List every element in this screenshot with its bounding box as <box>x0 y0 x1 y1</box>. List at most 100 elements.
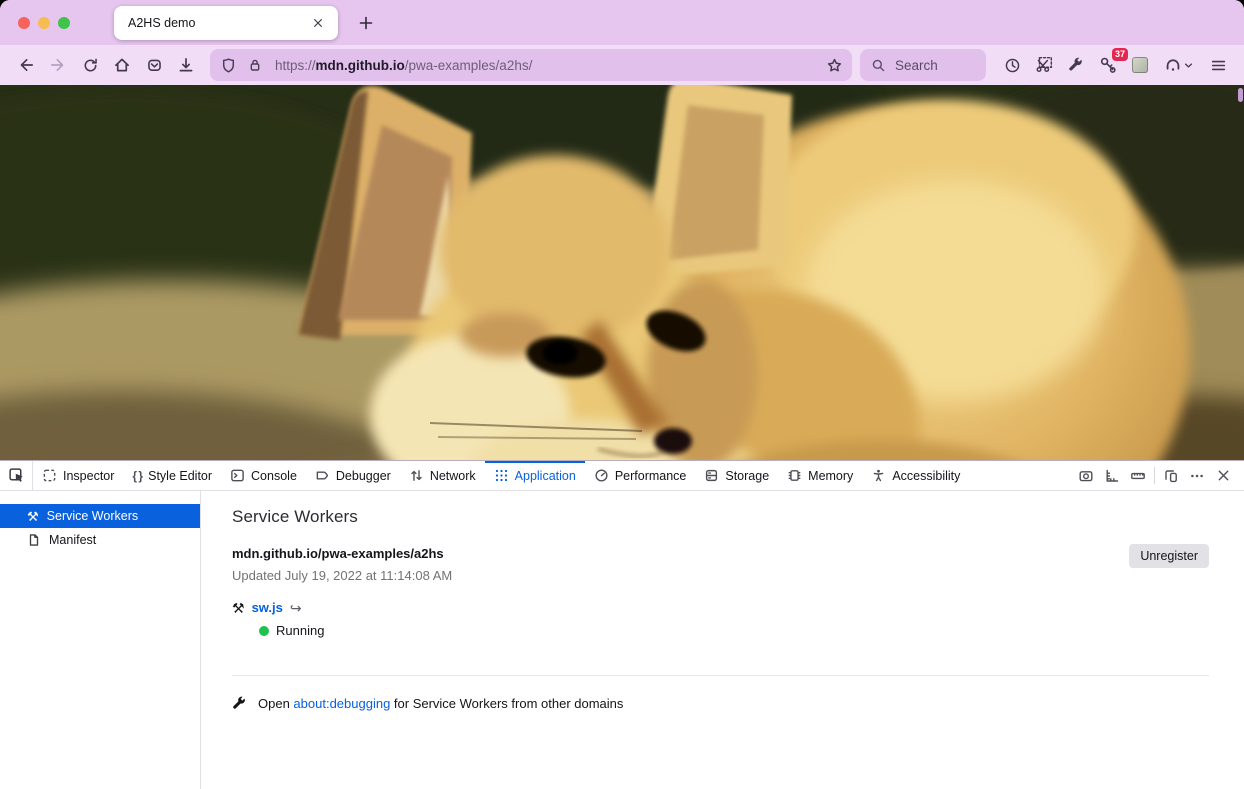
sidebar-item-manifest[interactable]: Manifest <box>0 528 200 552</box>
password-manager-extension-button[interactable]: 37 <box>1092 50 1124 80</box>
application-grid-icon <box>494 468 509 483</box>
notes-extension-button[interactable] <box>1124 50 1156 80</box>
storage-icon <box>704 468 719 483</box>
measuring-tool-button[interactable] <box>1099 464 1125 488</box>
browser-tab[interactable]: A2HS demo <box>114 6 338 40</box>
panel-divider <box>232 675 1209 676</box>
jump-to-source-icon[interactable]: ↪ <box>290 601 302 615</box>
tab-close-button[interactable] <box>306 11 330 35</box>
plus-icon <box>358 15 374 31</box>
rulers-button[interactable] <box>1125 464 1151 488</box>
panel-title: Service Workers <box>232 507 1209 527</box>
worker-file-link[interactable]: sw.js <box>252 600 283 615</box>
devtools-tabs: Inspector { } Style Editor Console Debug… <box>33 461 1073 490</box>
tab-debugger[interactable]: Debugger <box>306 461 400 490</box>
pick-element-button[interactable] <box>0 461 33 490</box>
navigation-toolbar: https://mdn.github.io/pwa-examples/a2hs/… <box>0 45 1244 85</box>
clock-icon <box>1004 57 1021 74</box>
worker-status-row: Running <box>259 623 1209 638</box>
close-devtools-button[interactable] <box>1210 464 1236 488</box>
tab-storage[interactable]: Storage <box>695 461 778 490</box>
search-field[interactable]: Search <box>860 49 986 81</box>
camera-icon <box>1078 468 1094 484</box>
bookmark-star-button[interactable] <box>820 51 848 79</box>
tab-console-label: Console <box>251 469 297 483</box>
responsive-mode-icon <box>1163 468 1179 484</box>
tab-application[interactable]: Application <box>485 461 585 490</box>
minimize-window-button[interactable] <box>38 17 50 29</box>
lock-icon[interactable] <box>247 57 263 73</box>
tab-debugger-label: Debugger <box>336 469 391 483</box>
about-debugging-link[interactable]: about:debugging <box>293 696 390 711</box>
devtools-menu-button[interactable] <box>1184 464 1210 488</box>
hamburger-icon <box>1210 57 1227 74</box>
back-icon <box>17 56 35 74</box>
zoom-window-button[interactable] <box>58 17 70 29</box>
worker-icon: ⚒ <box>27 510 39 523</box>
search-icon <box>871 58 886 73</box>
unregister-button[interactable]: Unregister <box>1129 544 1209 568</box>
pocket-save-button[interactable] <box>138 50 170 80</box>
home-icon <box>113 56 131 74</box>
new-tab-button[interactable] <box>354 11 378 35</box>
screenshot-extension-button[interactable] <box>1028 50 1060 80</box>
sidebar-item-label: Manifest <box>49 533 96 547</box>
chevron-down-icon <box>1182 59 1195 72</box>
page-scrollbar[interactable] <box>1238 88 1243 102</box>
downloads-button[interactable] <box>170 50 202 80</box>
url-bar[interactable]: https://mdn.github.io/pwa-examples/a2hs/ <box>210 49 852 81</box>
responsive-design-mode-button[interactable] <box>1158 464 1184 488</box>
performance-icon <box>594 468 609 483</box>
screenshot-button[interactable] <box>1073 464 1099 488</box>
url-path: /pwa-examples/a2hs/ <box>405 58 533 73</box>
tab-performance[interactable]: Performance <box>585 461 696 490</box>
download-icon <box>177 56 195 74</box>
sidebar-item-service-workers[interactable]: ⚒ Service Workers <box>0 504 200 528</box>
pick-element-icon <box>8 467 25 484</box>
about-debugging-text: Open about:debugging for Service Workers… <box>258 696 623 711</box>
toolbar-separator <box>1154 467 1155 484</box>
reload-icon <box>82 57 99 74</box>
tab-inspector-label: Inspector <box>63 469 114 483</box>
app-menu-button[interactable] <box>1202 50 1234 80</box>
devtools-toolbar: Inspector { } Style Editor Console Debug… <box>0 461 1244 491</box>
tab-memory[interactable]: Memory <box>778 461 862 490</box>
inspector-icon <box>42 468 57 483</box>
reload-button[interactable] <box>74 50 106 80</box>
worker-updated: Updated July 19, 2022 at 11:14:08 AM <box>232 568 1209 583</box>
devtools-panel: Inspector { } Style Editor Console Debug… <box>0 460 1244 789</box>
home-button[interactable] <box>106 50 138 80</box>
meatball-menu-icon <box>1189 468 1205 484</box>
url-text: https://mdn.github.io/pwa-examples/a2hs/ <box>275 58 820 73</box>
console-icon <box>230 468 245 483</box>
tools-extension-button[interactable] <box>1060 50 1092 80</box>
footer-suffix: for Service Workers from other domains <box>390 696 623 711</box>
ruler-icon <box>1130 468 1146 484</box>
tab-inspector[interactable]: Inspector <box>33 461 123 490</box>
devtools-body: ⚒ Service Workers Manifest Service Worke… <box>0 491 1244 789</box>
wrench-icon <box>1068 57 1084 73</box>
history-button[interactable] <box>996 50 1028 80</box>
close-window-button[interactable] <box>18 17 30 29</box>
memory-chip-icon <box>787 468 802 483</box>
accessibility-person-icon <box>871 468 886 483</box>
about-debugging-row: Open about:debugging for Service Workers… <box>232 696 1209 711</box>
search-placeholder: Search <box>895 58 938 73</box>
tab-storage-label: Storage <box>725 469 769 483</box>
wrench-icon <box>232 696 247 711</box>
tab-memory-label: Memory <box>808 469 853 483</box>
window-controls <box>0 17 86 29</box>
back-button[interactable] <box>10 50 42 80</box>
worker-status: Running <box>276 623 324 638</box>
forward-button[interactable] <box>42 50 74 80</box>
tab-network[interactable]: Network <box>400 461 485 490</box>
star-icon <box>826 57 843 74</box>
tab-accessibility[interactable]: Accessibility <box>862 461 969 490</box>
account-menu-button[interactable] <box>1156 50 1202 80</box>
page-content <box>0 85 1244 460</box>
tab-console[interactable]: Console <box>221 461 306 490</box>
application-sidebar: ⚒ Service Workers Manifest <box>0 491 201 789</box>
pocket-icon <box>146 57 163 74</box>
tab-style-editor[interactable]: { } Style Editor <box>123 461 221 490</box>
shield-icon[interactable] <box>220 57 237 74</box>
